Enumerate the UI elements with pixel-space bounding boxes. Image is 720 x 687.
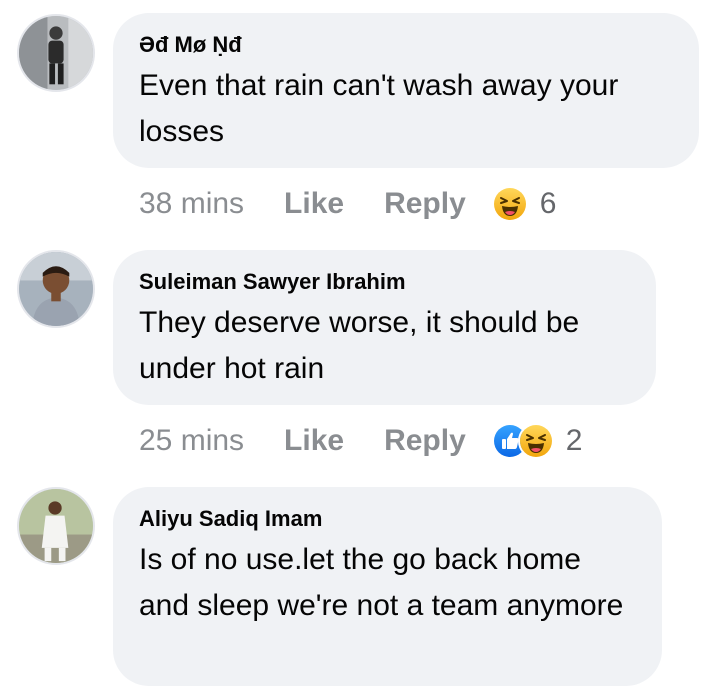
- comment-actions: 38 mins Like Reply 6: [139, 184, 556, 224]
- profile-photo-icon: [19, 252, 93, 326]
- like-button[interactable]: Like: [284, 187, 344, 221]
- reaction-summary[interactable]: 6: [491, 186, 557, 222]
- comment-actions: 25 mins Like Reply 2: [139, 421, 582, 461]
- haha-reaction-icon: [491, 186, 528, 222]
- comment-timestamp[interactable]: 25 mins: [139, 424, 244, 458]
- haha-reaction-icon: [517, 423, 554, 459]
- comment-bubble: Əđ Mø Ṇđ Even that rain can't wash away …: [113, 13, 699, 168]
- comment-author[interactable]: Suleiman Sawyer Ibrahim: [139, 268, 630, 296]
- reply-button[interactable]: Reply: [384, 424, 466, 458]
- comment-timestamp[interactable]: 38 mins: [139, 187, 244, 221]
- reaction-summary[interactable]: 2: [491, 423, 583, 459]
- profile-photo-icon: [19, 489, 93, 563]
- avatar[interactable]: [17, 487, 95, 565]
- avatar[interactable]: [17, 250, 95, 328]
- reaction-count: 2: [565, 424, 583, 457]
- reaction-count: 6: [539, 187, 557, 220]
- profile-photo-icon: [19, 16, 93, 90]
- comment-author[interactable]: Aliyu Sadiq Imam: [139, 505, 636, 533]
- comment-bubble: Aliyu Sadiq Imam Is of no use.let the go…: [113, 487, 662, 686]
- comment-bubble: Suleiman Sawyer Ibrahim They deserve wor…: [113, 250, 656, 405]
- like-button[interactable]: Like: [284, 424, 344, 458]
- avatar[interactable]: [17, 14, 95, 92]
- comment-text: They deserve worse, it should be under h…: [139, 306, 580, 385]
- reply-button[interactable]: Reply: [384, 187, 466, 221]
- comment-author[interactable]: Əđ Mø Ṇđ: [139, 31, 673, 59]
- comment-text: Even that rain can't wash away your loss…: [139, 69, 619, 148]
- comment-text: Is of no use.let the go back home and sl…: [139, 543, 624, 622]
- comment-thread: Əđ Mø Ṇđ Even that rain can't wash away …: [0, 0, 720, 687]
